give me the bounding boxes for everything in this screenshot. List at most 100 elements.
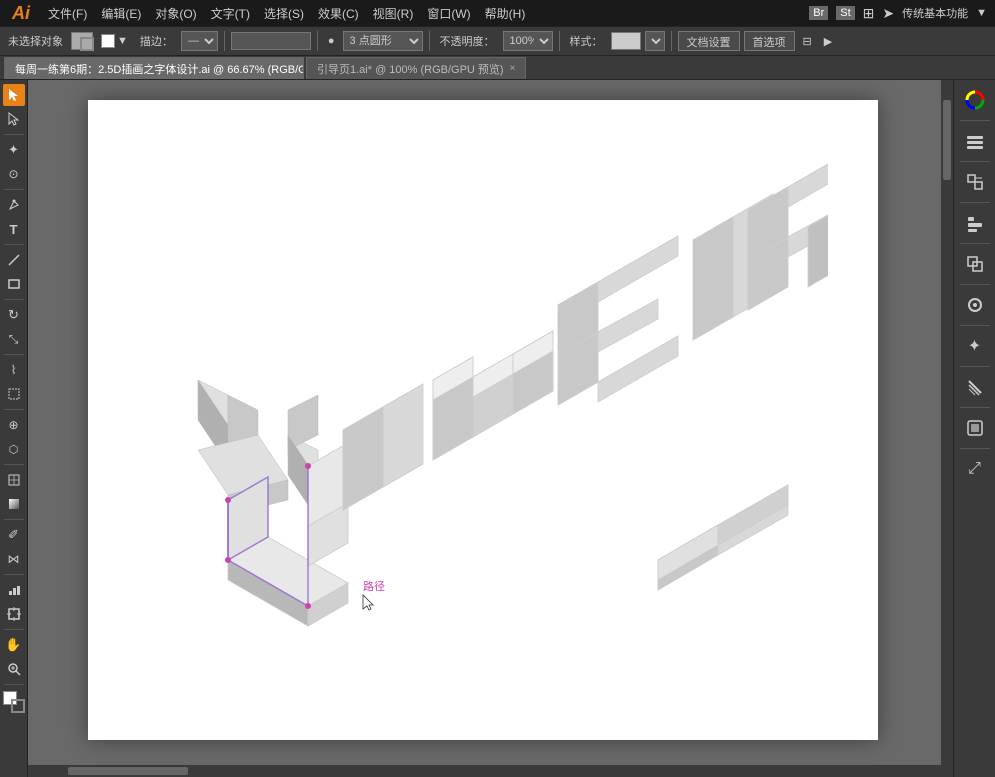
fill-stroke-widget[interactable]: [3, 691, 25, 713]
align-panel-btn[interactable]: [959, 207, 991, 239]
pen-tool-btn[interactable]: [3, 194, 25, 216]
scale-tool-btn[interactable]: ⤡: [3, 328, 25, 350]
style-label: 样式：: [566, 31, 607, 51]
panel-sep-7: [960, 366, 990, 367]
canvas-scroll: .face-top { fill: #e0e0e0; stroke: #bbb;…: [28, 80, 941, 765]
direct-selection-tool-btn[interactable]: [3, 108, 25, 130]
fill-color-preview[interactable]: [71, 32, 93, 50]
grid-icon: ⊞: [863, 5, 875, 22]
canvas-area[interactable]: .face-top { fill: #e0e0e0; stroke: #bbb;…: [28, 80, 953, 777]
horizontal-scrollbar[interactable]: [28, 765, 941, 777]
mesh-tool-btn[interactable]: [3, 469, 25, 491]
style-select[interactable]: ▼: [645, 31, 665, 51]
rotate-tool-btn[interactable]: ↻: [3, 304, 25, 326]
stroke-label: 描边：: [136, 31, 177, 51]
menu-help[interactable]: 帮助(H): [479, 3, 532, 24]
opacity-label: 不透明度：: [436, 31, 499, 51]
vertical-scrollbar[interactable]: [941, 80, 953, 765]
selection-tool-btn[interactable]: [3, 84, 25, 106]
h-scroll-thumb[interactable]: [68, 767, 188, 775]
perspective-btn[interactable]: ⬡: [3, 438, 25, 460]
tab-2-label: 引导页1.ai* @ 100% (RGB/GPU 预览): [317, 61, 504, 77]
menu-type[interactable]: 文字(T): [205, 3, 256, 24]
bar-graph-btn[interactable]: [3, 579, 25, 601]
point-type-label: ●: [324, 33, 339, 49]
cursor: [363, 595, 373, 610]
blend-tool-btn[interactable]: ⋈: [3, 548, 25, 570]
menu-effect[interactable]: 效果(C): [312, 3, 365, 24]
stroke-icon: [101, 34, 115, 48]
workspace-label[interactable]: 传统基本功能: [902, 5, 968, 21]
free-transform-btn[interactable]: [3, 383, 25, 405]
tab-bar: 每周一练第6期：2.5D插画之字体设计.ai @ 66.67% (RGB/GPU…: [0, 56, 995, 80]
layers-panel-btn[interactable]: [959, 125, 991, 157]
tool-sep-1: [4, 134, 24, 135]
rectangle-tool-btn[interactable]: [3, 273, 25, 295]
menu-file[interactable]: 文件(F): [42, 3, 93, 24]
workspace-arrow[interactable]: ▼: [976, 7, 987, 19]
symbols-panel-btn[interactable]: ✦: [959, 330, 991, 362]
zoom-tool-btn[interactable]: [3, 658, 25, 680]
toolbar-divider-5: [671, 31, 672, 51]
appearance-panel-btn[interactable]: [959, 289, 991, 321]
panel-sep-5: [960, 284, 990, 285]
stroke-select[interactable]: —: [181, 31, 218, 51]
stroke-style-preview[interactable]: [231, 32, 311, 50]
tab-1-label: 每周一练第6期：2.5D插画之字体设计.ai @ 66.67% (RGB/GPU…: [15, 61, 304, 77]
artboard-tool-btn[interactable]: [3, 603, 25, 625]
transform-panel-btn[interactable]: [959, 166, 991, 198]
tab-2[interactable]: 引导页1.ai* @ 100% (RGB/GPU 预览) ×: [306, 57, 526, 79]
brushes-panel-btn[interactable]: [959, 371, 991, 403]
stroke-arrow[interactable]: ▼: [117, 35, 128, 47]
expand-panel-btn[interactable]: ⤢: [959, 453, 991, 485]
panel-sep-3: [960, 202, 990, 203]
toolbar-arrow[interactable]: ▶: [820, 33, 836, 50]
toolbar-divider-1: [224, 31, 225, 51]
main-toolbar: 未选择对象 ▼ 描边： — ● 3 点圆形 不透明度： 100% 样式： ▼ 文…: [0, 26, 995, 56]
warp-tool-btn[interactable]: ⌇: [3, 359, 25, 381]
menu-edit[interactable]: 编辑(E): [95, 3, 147, 24]
tab-2-close[interactable]: ×: [510, 63, 516, 74]
menu-select[interactable]: 选择(S): [258, 3, 310, 24]
hand-tool-btn[interactable]: ✋: [3, 634, 25, 656]
stroke-options[interactable]: ▼: [97, 32, 132, 50]
color-panel-btn[interactable]: [959, 84, 991, 116]
menu-object[interactable]: 对象(O): [149, 3, 202, 24]
tool-sep-8: [4, 519, 24, 520]
tool-sep-7: [4, 464, 24, 465]
point-type-select[interactable]: 3 点圆形: [343, 31, 423, 51]
gradient-tool-btn[interactable]: [3, 493, 25, 515]
eyedropper-btn[interactable]: ✐: [3, 524, 25, 546]
opacity-select[interactable]: 100%: [503, 31, 553, 51]
bridge-icon: Br: [809, 6, 828, 20]
tool-sep-11: [4, 684, 24, 685]
panel-sep-6: [960, 325, 990, 326]
v-scroll-thumb[interactable]: [943, 100, 951, 180]
title-bar: Ai 文件(F) 编辑(E) 对象(O) 文字(T) 选择(S) 效果(C) 视…: [0, 0, 995, 26]
magic-wand-btn[interactable]: ✦: [3, 139, 25, 161]
line-tool-btn[interactable]: [3, 249, 25, 271]
tool-sep-4: [4, 299, 24, 300]
iso-text-svg: .face-top { fill: #e0e0e0; stroke: #bbb;…: [148, 160, 828, 720]
tool-sep-9: [4, 574, 24, 575]
left-toolbar: ✦ ⊙ T ↻ ⤡ ⌇: [0, 80, 28, 777]
arrange-icon[interactable]: ⊟: [799, 33, 816, 50]
tool-sep-3: [4, 244, 24, 245]
graphic-styles-btn[interactable]: [959, 412, 991, 444]
lasso-btn[interactable]: ⊙: [3, 163, 25, 185]
menu-window[interactable]: 窗口(W): [421, 3, 476, 24]
panel-sep-4: [960, 243, 990, 244]
doc-settings-button[interactable]: 文档设置: [678, 31, 740, 51]
style-preview[interactable]: [611, 32, 641, 50]
pathfinder-panel-btn[interactable]: [959, 248, 991, 280]
right-panel: ✦ ⤢: [953, 80, 995, 777]
panel-sep-9: [960, 448, 990, 449]
shape-builder-btn[interactable]: ⊕: [3, 414, 25, 436]
tool-sep-6: [4, 409, 24, 410]
preferences-button[interactable]: 首选项: [744, 31, 795, 51]
app-logo: Ai: [8, 3, 34, 24]
type-tool-btn[interactable]: T: [3, 218, 25, 240]
svg-text:路径: 路径: [363, 580, 385, 593]
menu-view[interactable]: 视图(R): [367, 3, 420, 24]
tab-1[interactable]: 每周一练第6期：2.5D插画之字体设计.ai @ 66.67% (RGB/GPU…: [4, 57, 304, 79]
